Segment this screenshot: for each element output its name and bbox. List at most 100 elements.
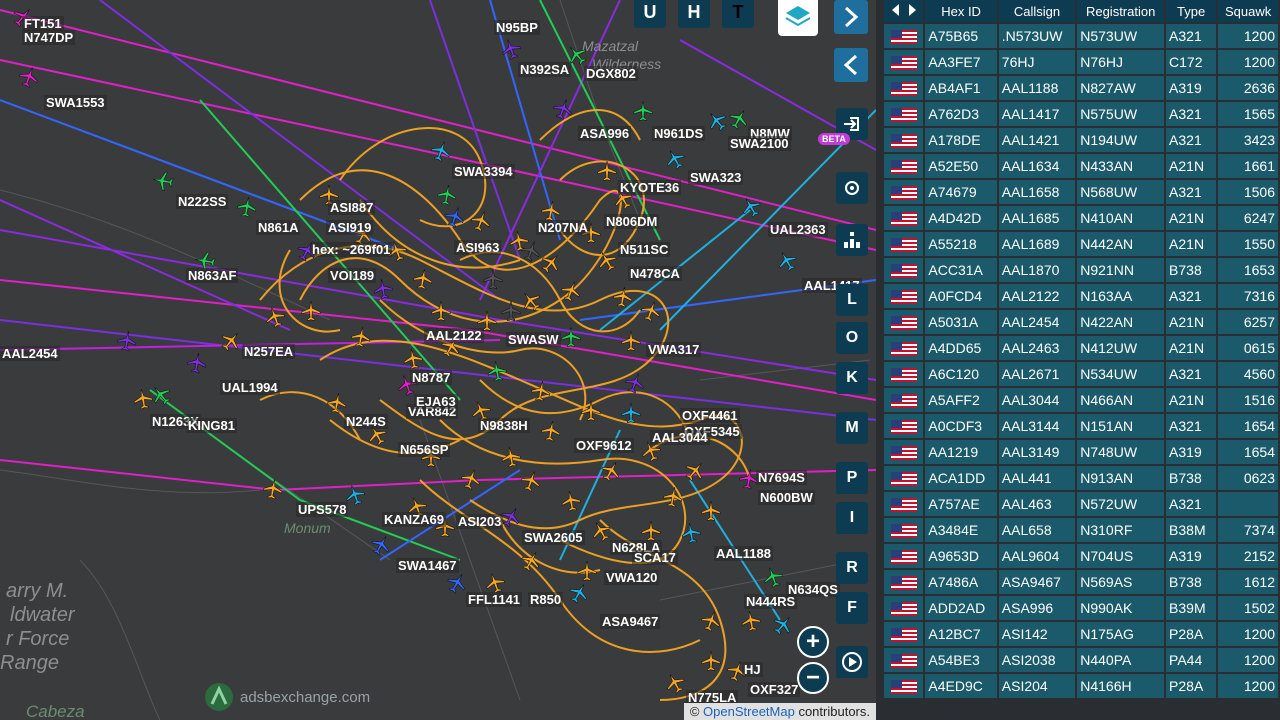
aircraft-label[interactable]: ASA996	[578, 126, 632, 141]
aircraft-icon[interactable]	[528, 378, 553, 403]
replay-button[interactable]	[836, 646, 868, 678]
toggle-o-button[interactable]: O	[836, 322, 868, 354]
aircraft-label[interactable]: FT151	[22, 16, 64, 31]
aircraft-label[interactable]: N257EA	[242, 344, 296, 359]
toggle-f-button[interactable]: F	[836, 592, 868, 624]
aircraft-label[interactable]: hex: ~269f01	[310, 242, 393, 257]
aircraft-label[interactable]: N95BP	[494, 20, 540, 35]
table-row[interactable]: A54BE3 ASI2038 N440PA PA44 1200	[884, 648, 1278, 672]
aircraft-label[interactable]: DGX802	[584, 66, 638, 81]
aircraft-icon[interactable]	[430, 300, 452, 322]
stats-button[interactable]	[836, 224, 868, 256]
table-row[interactable]: A178DE AAL1421 N194UW A321 3423	[884, 128, 1278, 152]
aircraft-label[interactable]: SWASW	[506, 332, 561, 347]
settings-button[interactable]	[836, 172, 868, 204]
aircraft-label[interactable]: KING81	[186, 418, 237, 433]
table-row[interactable]: A4D42D AAL1685 N410AN A21N 6247	[884, 206, 1278, 230]
aircraft-label[interactable]: N444RS	[744, 594, 798, 609]
aircraft-label[interactable]: SWA1467	[396, 558, 459, 573]
map-view[interactable]: Mazatzal Wilderness arry M. ldwater r Fo…	[0, 0, 876, 720]
table-row[interactable]: A0CDF3 AAL3144 N151AN A321 1654	[884, 414, 1278, 438]
aircraft-label[interactable]: N392SA	[518, 62, 572, 77]
aircraft-label[interactable]: N656SP	[398, 442, 451, 457]
table-row[interactable]: A74679 AAL1658 N568UW A321 1506	[884, 180, 1278, 204]
aircraft-icon[interactable]	[184, 350, 209, 375]
aircraft-label[interactable]: R850	[528, 592, 564, 607]
aircraft-label[interactable]: FFL1141	[466, 592, 523, 607]
toggle-p-button[interactable]: P	[836, 462, 868, 494]
table-row[interactable]: A757AE AAL463 N572UW A321	[884, 492, 1278, 516]
column-header[interactable]: Type	[1166, 0, 1217, 22]
aircraft-icon[interactable]	[130, 386, 155, 411]
toggle-k-button[interactable]: K	[836, 362, 868, 394]
aircraft-label[interactable]: N861A	[256, 220, 301, 235]
aircraft-label[interactable]: ASI203	[456, 514, 504, 529]
aircraft-icon[interactable]	[660, 484, 685, 509]
table-row[interactable]: ADD2AD ASA996 N990AK B39M 1502	[884, 596, 1278, 620]
aircraft-label[interactable]: AAL1188	[714, 546, 773, 561]
toggle-u-button[interactable]: U	[634, 0, 666, 28]
aircraft-label[interactable]: N511SC	[618, 242, 671, 257]
aircraft-label[interactable]: VWA120	[604, 570, 660, 585]
layers-button[interactable]	[778, 0, 818, 36]
aircraft-label[interactable]: KYOTE36	[618, 180, 682, 195]
column-header[interactable]: Squawk	[1218, 0, 1278, 22]
column-header[interactable]: Registration	[1077, 0, 1165, 22]
table-row[interactable]: A762D3 AAL1417 N575UW A321 1565	[884, 102, 1278, 126]
next-button[interactable]	[834, 0, 868, 34]
table-row[interactable]: A7486A ASA9467 N569AS B738 1612	[884, 570, 1278, 594]
aircraft-icon[interactable]	[738, 608, 763, 633]
aircraft-label[interactable]: AAL3044	[650, 430, 710, 445]
aircraft-label[interactable]: N600BW	[758, 490, 815, 505]
table-row[interactable]: A6C120 AAL2671 N534UW A321 4560	[884, 362, 1278, 386]
aircraft-label[interactable]: UAL1994	[220, 380, 280, 395]
aircraft-label[interactable]: EJA63	[414, 394, 458, 409]
aircraft-icon[interactable]	[114, 328, 139, 353]
aircraft-icon[interactable]	[324, 390, 349, 415]
aircraft-icon[interactable]	[400, 346, 425, 371]
aircraft-icon[interactable]	[410, 266, 435, 291]
aircraft-icon[interactable]	[560, 326, 582, 348]
aircraft-label[interactable]: N9838H	[478, 418, 530, 433]
toggle-r-button[interactable]: R	[836, 552, 868, 584]
aircraft-label[interactable]: ASA9467	[600, 614, 661, 629]
table-row[interactable]: A52E50 AAL1634 N433AN A21N 1661	[884, 154, 1278, 178]
aircraft-icon[interactable]	[150, 168, 175, 193]
table-row[interactable]: A12BC7 ASI142 N175AG P28A 1200	[884, 622, 1278, 646]
panel-toggle-button[interactable]	[884, 0, 924, 22]
aircraft-label[interactable]: ASI963	[454, 240, 502, 255]
table-row[interactable]: A5031A AAL2454 N422AN A21N 6257	[884, 310, 1278, 334]
aircraft-label[interactable]: N222SS	[176, 194, 229, 209]
aircraft-label[interactable]: SCA17	[632, 550, 678, 565]
toggle-i-button[interactable]: I	[836, 502, 868, 534]
aircraft-icon[interactable]	[300, 300, 322, 322]
toggle-h-button[interactable]: H	[678, 0, 710, 28]
aircraft-icon[interactable]	[632, 100, 654, 122]
aircraft-label[interactable]: VOI189	[328, 268, 377, 283]
aircraft-label[interactable]: OXF4461	[680, 408, 740, 423]
aircraft-label[interactable]: N8787	[410, 370, 453, 385]
aircraft-label[interactable]: SWA323	[688, 170, 744, 185]
aircraft-icon[interactable]	[482, 268, 504, 290]
aircraft-label[interactable]: AAL2122	[424, 328, 484, 343]
table-row[interactable]: A3484E AAL658 N310RF B38M 7374	[884, 518, 1278, 542]
aircraft-icon[interactable]	[484, 358, 509, 383]
collapse-panel-button[interactable]	[834, 48, 868, 82]
aircraft-label[interactable]: N806DM	[604, 214, 660, 229]
table-row[interactable]: AB4AF1 AAL1188 N827AW A319 2636	[884, 76, 1278, 100]
aircraft-icon[interactable]	[576, 560, 598, 582]
table-row[interactable]: A4DD65 AAL2463 N412UW A21N 0615	[884, 336, 1278, 360]
aircraft-label[interactable]: UPS578	[296, 502, 349, 517]
aircraft-label[interactable]: N863AF	[186, 268, 239, 283]
aircraft-label[interactable]: SWA2100	[728, 136, 791, 151]
aircraft-label[interactable]: UAL2363	[768, 222, 828, 237]
table-row[interactable]: A5AFF2 AAL3044 N466AN A21N 1516	[884, 388, 1278, 412]
aircraft-label[interactable]: KANZA69	[382, 512, 446, 527]
toggle-l-button[interactable]: L	[836, 284, 868, 316]
table-row[interactable]: A75B65 .N573UW N573UW A321 1200	[884, 24, 1278, 48]
aircraft-label[interactable]: OXF327	[748, 682, 801, 697]
zoom-out-button[interactable]: −	[797, 662, 829, 694]
aircraft-icon[interactable]	[620, 330, 642, 352]
openstreetmap-link[interactable]: OpenStreetMap	[703, 704, 795, 719]
aircraft-icon[interactable]	[640, 520, 662, 542]
